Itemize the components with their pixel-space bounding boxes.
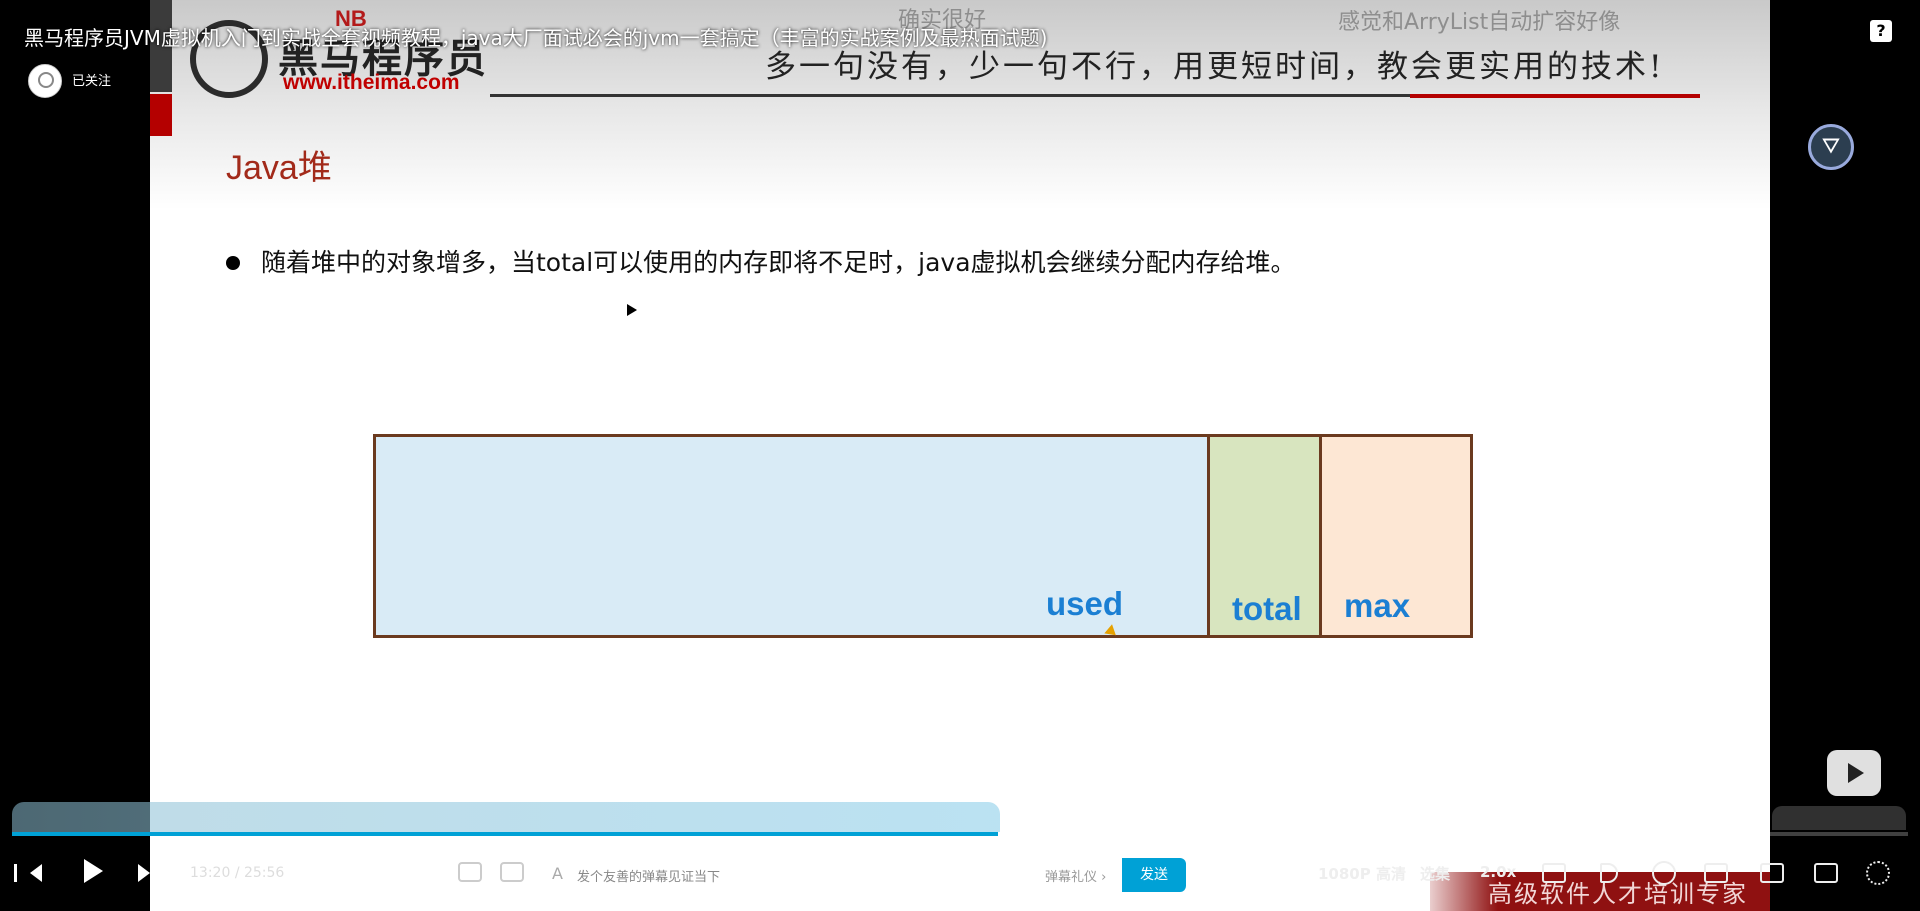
picture-in-picture-icon[interactable] (1704, 863, 1728, 883)
danmaku-placeholder: 发个友善的弹幕见证当下 (577, 870, 721, 885)
heat-wave-graph-tail (1772, 806, 1906, 830)
time-separator: / (234, 865, 240, 881)
fullscreen-icon[interactable] (1814, 863, 1838, 883)
episodes-button[interactable]: 选集 (1420, 863, 1450, 884)
brand-red-block (150, 94, 172, 136)
send-button[interactable]: 发送 (1122, 858, 1186, 892)
previous-icon[interactable] (14, 864, 42, 882)
next-icon[interactable] (138, 864, 154, 882)
cast-icon[interactable] (1542, 863, 1566, 883)
danmaku-etiquette-link[interactable]: 弹幕礼仪 › (1045, 866, 1106, 885)
video-player[interactable]: NB 黑马程序员 www.itheima.com 多一句没有，少一句不行，用更短… (0, 0, 1920, 911)
heap-memory-diagram: used total max (373, 434, 1473, 638)
max-label: max (1344, 587, 1411, 624)
player-controls: 13:20 / 25:56 A 发个友善的弹幕见证当下 弹幕礼仪 › 发送 10… (0, 846, 1920, 906)
radiation-icon[interactable] (1866, 861, 1890, 885)
settings-icon[interactable] (1652, 861, 1676, 885)
wide-screen-icon[interactable] (1760, 863, 1784, 883)
current-time: 13:20 (190, 865, 231, 881)
duration: 25:56 (243, 865, 285, 881)
play-icon[interactable] (84, 859, 103, 883)
used-label: used (1046, 585, 1124, 622)
used-segment: used (376, 437, 1210, 635)
floating-app-icon[interactable]: ⛛ (1808, 124, 1854, 170)
follow-button[interactable]: 已关注 (72, 70, 111, 89)
slogan-divider-accent (1410, 94, 1700, 98)
brand-url: www.itheima.com (283, 71, 460, 94)
max-segment: max (1322, 437, 1470, 635)
slogan-divider (490, 94, 1530, 97)
quality-selector[interactable]: 1080P 高清 (1318, 863, 1406, 884)
bullet-icon (226, 256, 240, 270)
total-segment: total (1210, 437, 1322, 635)
volume-icon[interactable] (1600, 863, 1618, 883)
slide-frame: NB 黑马程序员 www.itheima.com 多一句没有，少一句不行，用更短… (150, 0, 1770, 911)
danmaku-comment: 感觉和ArryList自动扩容好像 (1338, 10, 1621, 35)
time-display: 13:20 / 25:56 (190, 865, 284, 881)
uploader-avatar[interactable] (28, 64, 62, 98)
danmaku-toggle-icon[interactable] (458, 862, 482, 882)
total-label: total (1232, 590, 1302, 627)
speed-selector[interactable]: 2.0x (1480, 863, 1516, 881)
bullet-text: 随着堆中的对象增多，当total可以使用的内存即将不足时，java虚拟机会继续分… (261, 248, 1296, 277)
slide-heading: Java堆 (226, 149, 332, 187)
video-title: 黑马程序员JVM虚拟机入门到实战全套视频教程，java大厂面试必会的jvm一套搞… (24, 26, 1048, 50)
help-icon[interactable]: ? (1870, 20, 1892, 42)
danmaku-settings-icon[interactable] (500, 862, 524, 882)
mouse-cursor-icon (627, 304, 637, 316)
danmaku-style-icon[interactable]: A (552, 864, 563, 883)
progress-fill (12, 832, 998, 836)
tv-mini-player-icon[interactable] (1827, 750, 1881, 796)
progress-bar[interactable] (12, 832, 1908, 836)
heat-wave-graph (12, 802, 1000, 832)
